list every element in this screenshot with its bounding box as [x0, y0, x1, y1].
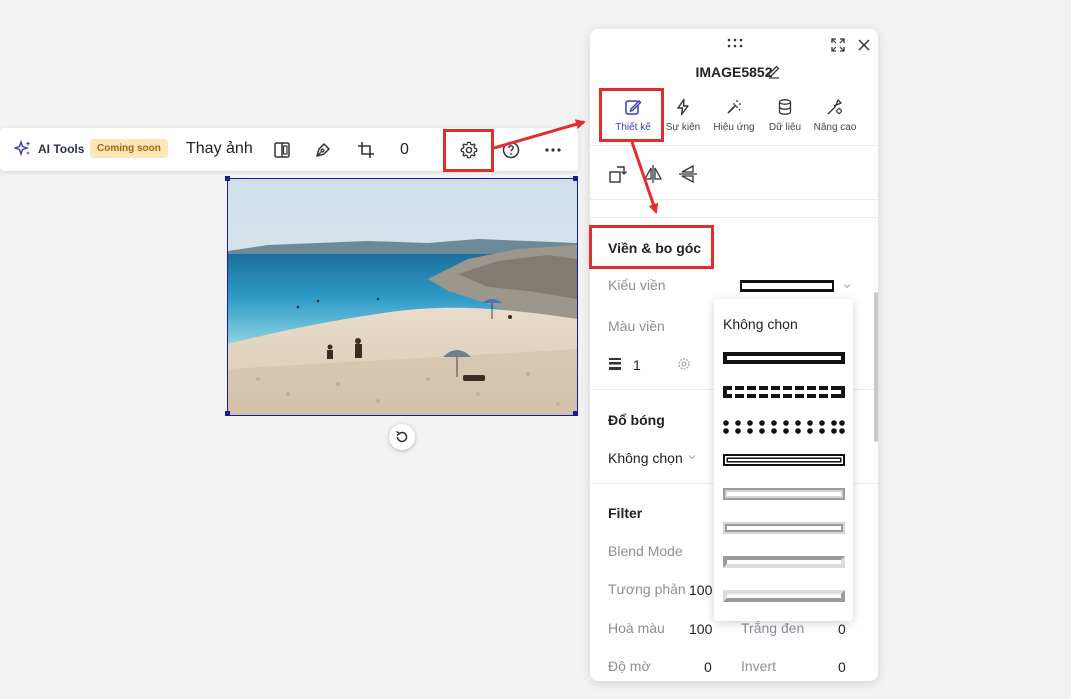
arrow-to-design-tab	[493, 119, 586, 150]
arrow-to-border-section	[630, 141, 659, 214]
annotation-arrows	[493, 119, 659, 214]
